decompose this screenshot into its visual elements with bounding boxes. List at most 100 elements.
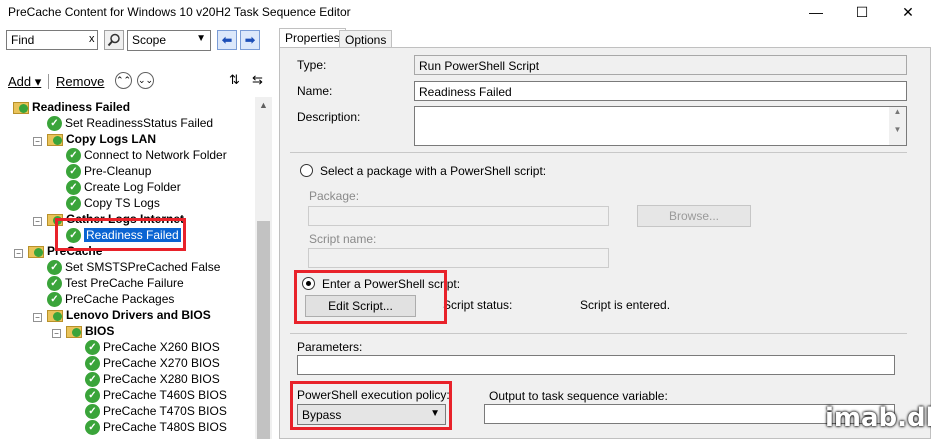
- collapse-icon[interactable]: ⇆: [252, 72, 263, 88]
- scroll-up-icon[interactable]: ▲: [255, 97, 272, 114]
- package-label: Package:: [309, 189, 360, 203]
- tree-node-step[interactable]: ✓ PreCache X270 BIOS: [85, 355, 220, 372]
- tree-node-step[interactable]: ✓ Set ReadinessStatus Failed: [47, 115, 214, 132]
- check-icon: ✓: [85, 420, 100, 436]
- move-down-icon[interactable]: ⌄⌄: [137, 72, 154, 89]
- chevron-down-icon: ▼: [196, 33, 206, 44]
- tree-node-step[interactable]: ✓ PreCache X260 BIOS: [85, 339, 220, 356]
- check-icon: ✓: [85, 340, 100, 356]
- scope-select-value: Scope: [132, 33, 167, 47]
- watermark: imab.dk: [825, 403, 931, 433]
- check-icon: ✓: [47, 292, 62, 308]
- name-field[interactable]: Readiness Failed: [414, 81, 907, 101]
- tree-node-group[interactable]: Readiness Failed: [13, 99, 130, 115]
- tree-node-step[interactable]: ✓ PreCache T480S BIOS: [85, 419, 227, 436]
- close-button[interactable]: ✕: [885, 0, 931, 26]
- find-clear-button[interactable]: x: [89, 33, 95, 45]
- tree-node-step[interactable]: ✓ Set SMSTSPreCached False: [47, 259, 221, 276]
- tree-scrollbar[interactable]: ▲: [255, 97, 272, 439]
- node-label: Copy Logs LAN: [66, 132, 156, 146]
- node-label: Connect to Network Folder: [84, 148, 227, 162]
- node-label: Copy TS Logs: [84, 196, 160, 210]
- package-field: [308, 206, 609, 226]
- folder-icon: [13, 101, 29, 114]
- script-name-field: [308, 248, 609, 268]
- tree-node-step[interactable]: ✓ Copy TS Logs: [66, 195, 160, 212]
- task-sequence-tree: Readiness Failed ✓ Set ReadinessStatus Fa…: [0, 97, 272, 439]
- check-icon: ✓: [66, 164, 81, 180]
- search-icon[interactable]: [104, 30, 124, 50]
- description-field[interactable]: ▲ ▼: [414, 106, 907, 146]
- check-icon: ✓: [85, 372, 100, 388]
- check-icon: ✓: [66, 180, 81, 196]
- type-field: Run PowerShell Script: [414, 55, 907, 75]
- tree-node-step[interactable]: ✓ PreCache T460S BIOS: [85, 387, 227, 404]
- collapse-expander[interactable]: −: [33, 137, 42, 146]
- node-label: Create Log Folder: [84, 180, 181, 194]
- add-button[interactable]: Add ▾: [8, 74, 41, 90]
- toolbar-divider: [48, 74, 49, 89]
- tree-node-group[interactable]: Lenovo Drivers and BIOS: [47, 307, 211, 323]
- node-label: PreCache T480S BIOS: [103, 420, 227, 434]
- tree-node-step[interactable]: ✓ Test PreCache Failure: [47, 275, 184, 292]
- node-label: PreCache T470S BIOS: [103, 404, 227, 418]
- parameters-field[interactable]: [297, 355, 895, 375]
- description-scrollbar[interactable]: ▲ ▼: [889, 107, 906, 145]
- node-label: Pre-Cleanup: [84, 164, 152, 178]
- arrow-right-icon[interactable]: ➡: [240, 30, 260, 50]
- node-label: Readiness Failed: [32, 100, 131, 114]
- check-icon: ✓: [47, 276, 62, 292]
- node-label: BIOS: [85, 324, 115, 338]
- highlight-box: [294, 270, 447, 324]
- check-icon: ✓: [85, 388, 100, 404]
- scroll-thumb[interactable]: [257, 221, 270, 439]
- node-label: PreCache T460S BIOS: [103, 388, 227, 402]
- collapse-expander[interactable]: −: [52, 329, 61, 338]
- node-label: Set SMSTSPreCached False: [65, 260, 221, 274]
- add-label: Add: [8, 74, 32, 89]
- tree-node-group[interactable]: BIOS: [66, 323, 114, 339]
- remove-button[interactable]: Remove: [56, 74, 104, 89]
- folder-icon: [47, 309, 63, 322]
- window-title: PreCache Content for Windows 10 v20H2 Ta…: [8, 5, 351, 19]
- collapse-expander[interactable]: −: [33, 313, 42, 322]
- script-status-value: Script is entered.: [580, 298, 671, 312]
- find-input[interactable]: Find x: [6, 30, 98, 50]
- divider: [290, 333, 907, 334]
- collapse-expander[interactable]: −: [33, 217, 42, 226]
- maximize-button[interactable]: ☐: [839, 0, 885, 26]
- folder-icon: [66, 325, 82, 338]
- highlight-box: [290, 381, 452, 430]
- arrow-left-icon[interactable]: ⬅: [217, 30, 237, 50]
- node-label: PreCache X260 BIOS: [103, 340, 220, 354]
- script-name-label: Script name:: [309, 232, 377, 246]
- collapse-expander[interactable]: −: [14, 249, 23, 258]
- tree-node-step[interactable]: ✓ Create Log Folder: [66, 179, 181, 196]
- node-label: Set ReadinessStatus Failed: [65, 116, 214, 130]
- node-label: Lenovo Drivers and BIOS: [66, 308, 211, 322]
- move-up-icon[interactable]: ⌃⌃: [115, 72, 132, 89]
- node-label: PreCache X270 BIOS: [103, 356, 220, 370]
- title-bar: PreCache Content for Windows 10 v20H2 Ta…: [0, 0, 931, 26]
- output-label: Output to task sequence variable:: [489, 389, 668, 403]
- browse-button[interactable]: Browse...: [637, 205, 751, 227]
- check-icon: ✓: [66, 148, 81, 164]
- tree-node-step[interactable]: ✓ Pre-Cleanup: [66, 163, 152, 180]
- sort-icon[interactable]: ⇅: [229, 72, 240, 88]
- tree-node-step[interactable]: ✓ Connect to Network Folder: [66, 147, 227, 164]
- scope-select[interactable]: Scope ▼: [127, 30, 211, 51]
- type-label: Type:: [297, 58, 327, 72]
- tree-node-step[interactable]: ✓ PreCache T470S BIOS: [85, 403, 227, 420]
- node-label: PreCache Packages: [65, 292, 175, 306]
- tab-properties[interactable]: Properties: [279, 28, 346, 48]
- tree-node-group[interactable]: Copy Logs LAN: [47, 131, 156, 147]
- tree-node-step[interactable]: ✓ PreCache X280 BIOS: [85, 371, 220, 388]
- minimize-button[interactable]: —: [793, 0, 839, 26]
- tab-options[interactable]: Options: [339, 30, 393, 48]
- node-label: PreCache X280 BIOS: [103, 372, 220, 386]
- folder-icon: [28, 245, 44, 258]
- check-icon: ✓: [47, 116, 62, 132]
- divider: [290, 152, 907, 153]
- tree-node-step[interactable]: ✓ PreCache Packages: [47, 291, 175, 308]
- package-radio[interactable]: [300, 164, 313, 177]
